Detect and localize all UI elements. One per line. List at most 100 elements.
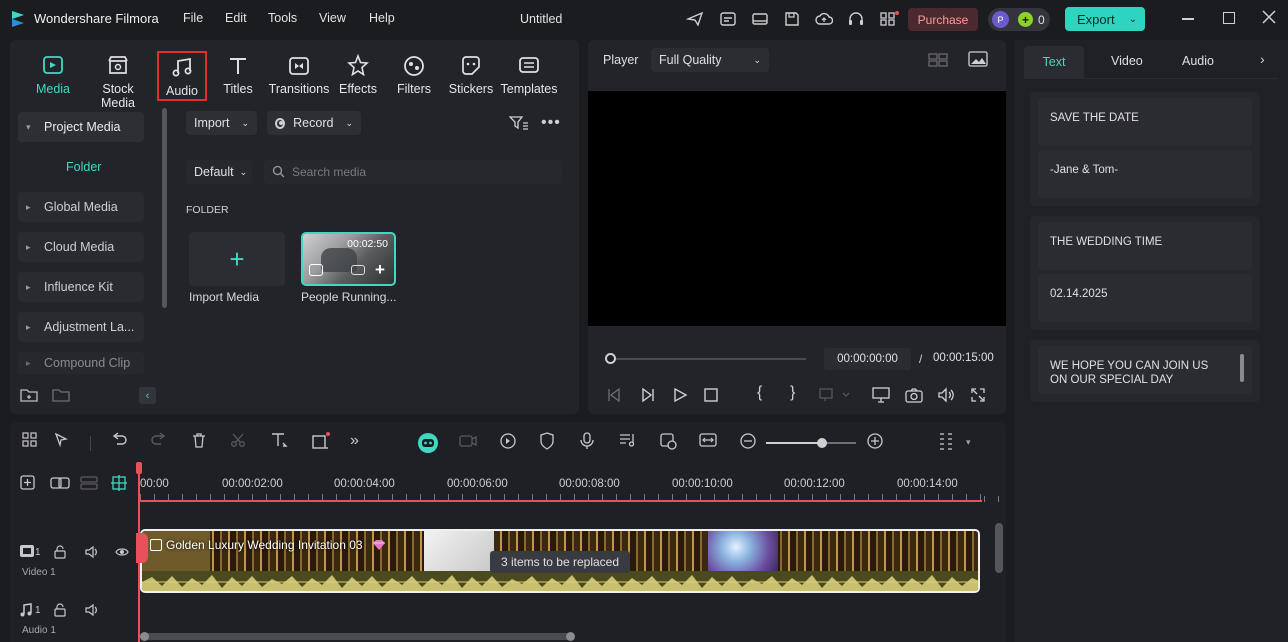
sidebar-scrollbar[interactable]: [162, 108, 167, 308]
chevron-down-icon[interactable]: ▾: [966, 437, 971, 448]
display-settings-icon[interactable]: [872, 387, 890, 403]
timeline-horizontal-scrollbar[interactable]: [140, 633, 574, 640]
track-manage-icon[interactable]: [80, 475, 98, 491]
search-input[interactable]: Search media: [292, 165, 366, 179]
sort-dropdown[interactable]: Default ⌄: [186, 160, 252, 184]
speed-icon[interactable]: [499, 432, 521, 454]
send-icon[interactable]: [686, 10, 704, 28]
player-progress-track[interactable]: [610, 358, 806, 360]
snap-magnet-icon[interactable]: [110, 474, 128, 492]
text-card-date[interactable]: 02.14.2025: [1038, 274, 1252, 322]
minimize-icon[interactable]: [1182, 18, 1194, 20]
menu-file[interactable]: File: [183, 11, 203, 25]
tab-media[interactable]: Media: [23, 52, 83, 96]
text-card-names[interactable]: -Jane & Tom-: [1038, 150, 1252, 198]
track-layout-icon[interactable]: [938, 432, 960, 454]
layout-grid-icon[interactable]: [22, 432, 44, 454]
menu-help[interactable]: Help: [369, 11, 395, 25]
crop-icon[interactable]: [311, 432, 333, 454]
mute-speaker-icon[interactable]: [85, 545, 99, 559]
snapshot-image-icon[interactable]: [968, 51, 988, 67]
insert-clip-icon[interactable]: [819, 388, 849, 402]
tab-transitions[interactable]: Transitions: [268, 52, 330, 96]
lock-icon[interactable]: [54, 545, 66, 559]
fit-width-icon[interactable]: [699, 432, 721, 454]
hscroll-right-handle[interactable]: [566, 632, 575, 641]
ai-assistant-icon[interactable]: [417, 432, 439, 454]
menu-edit[interactable]: Edit: [225, 11, 247, 25]
new-folder-icon[interactable]: [20, 387, 38, 403]
tab-filters[interactable]: Filters: [384, 52, 444, 96]
select-cursor-icon[interactable]: [53, 432, 75, 454]
purchase-button[interactable]: Purchase: [908, 8, 978, 31]
layout-icon[interactable]: [751, 10, 769, 28]
current-time-field[interactable]: 00:00:00:00: [824, 348, 911, 370]
add-to-timeline-icon[interactable]: +: [375, 260, 385, 280]
tab-audio[interactable]: Audio: [157, 51, 207, 101]
volume-icon[interactable]: [937, 387, 955, 403]
audio-mixer-icon[interactable]: [619, 432, 641, 454]
link-icon[interactable]: [50, 475, 70, 491]
text-card-scrollbar[interactable]: [1240, 354, 1244, 382]
account-pill[interactable]: P + 0: [988, 8, 1050, 31]
sidebar-item-folder[interactable]: Folder: [66, 160, 101, 174]
tab-stock-media[interactable]: Stock Media: [85, 52, 151, 110]
folder-icon[interactable]: [52, 387, 70, 403]
import-media-tile[interactable]: +: [189, 232, 285, 286]
record-button[interactable]: Record ⌄: [267, 111, 361, 135]
add-track-icon[interactable]: [20, 475, 38, 491]
close-icon[interactable]: [1262, 10, 1276, 24]
eye-icon[interactable]: [115, 546, 129, 558]
zoom-out-icon[interactable]: [739, 432, 761, 454]
tab-text[interactable]: Text: [1024, 46, 1084, 78]
redo-icon[interactable]: [150, 432, 172, 454]
collapse-sidebar-icon[interactable]: ‹: [139, 387, 156, 404]
sidebar-item-influence-kit[interactable]: ▸ Influence Kit: [18, 272, 144, 302]
tab-titles[interactable]: Titles: [208, 52, 268, 96]
undo-icon[interactable]: [110, 432, 132, 454]
export-button[interactable]: Export ⌄: [1065, 7, 1145, 31]
scissors-icon[interactable]: [230, 432, 252, 454]
filter-sort-icon[interactable]: [509, 115, 529, 131]
video-preview[interactable]: [588, 91, 1006, 326]
next-frame-icon[interactable]: [640, 387, 656, 403]
tab-effects[interactable]: Effects: [328, 52, 388, 96]
import-button[interactable]: Import ⌄: [186, 111, 257, 135]
camera-snapshot-icon[interactable]: [905, 387, 923, 403]
sidebar-item-adjustment-layer[interactable]: ▸ Adjustment La...: [18, 312, 144, 342]
chevron-right-icon[interactable]: ›: [1260, 51, 1265, 67]
playhead-handle[interactable]: [136, 462, 142, 474]
cloud-upload-icon[interactable]: [815, 10, 833, 28]
zoom-in-icon[interactable]: [866, 432, 888, 454]
sidebar-item-compound-clip[interactable]: ▸ Compound Clip: [18, 352, 144, 374]
text-card-wedding-time[interactable]: THE WEDDING TIME: [1038, 222, 1252, 270]
menu-view[interactable]: View: [319, 11, 346, 25]
apps-grid-icon[interactable]: [879, 10, 899, 28]
tab-stickers[interactable]: Stickers: [441, 52, 501, 96]
lock-icon[interactable]: [54, 603, 66, 617]
sidebar-item-global-media[interactable]: ▸ Global Media: [18, 192, 144, 222]
motion-tracking-icon[interactable]: [458, 432, 480, 454]
search-box[interactable]: Search media: [264, 160, 562, 184]
grid-view-icon[interactable]: [928, 53, 948, 67]
more-tools-icon[interactable]: »: [350, 432, 372, 454]
more-options-icon[interactable]: •••: [541, 114, 561, 132]
prev-frame-icon[interactable]: [606, 387, 622, 403]
zoom-slider-handle[interactable]: [817, 438, 827, 448]
sidebar-item-cloud-media[interactable]: ▸ Cloud Media: [18, 232, 144, 262]
timeline-vertical-scrollbar[interactable]: [995, 523, 1003, 573]
text-card-save-the-date[interactable]: SAVE THE DATE: [1038, 98, 1252, 146]
delete-icon[interactable]: [191, 432, 213, 454]
mark-out-icon[interactable]: }: [790, 384, 795, 402]
mute-speaker-icon[interactable]: [85, 603, 99, 617]
text-card-join-us[interactable]: WE HOPE YOU CAN JOIN US ON OUR SPECIAL D…: [1038, 346, 1252, 394]
headset-icon[interactable]: [847, 10, 865, 28]
mark-in-icon[interactable]: {: [757, 384, 762, 402]
text-tool-icon[interactable]: [270, 432, 292, 454]
sidebar-item-project-media[interactable]: ▾ Project Media: [18, 112, 144, 142]
save-icon[interactable]: [783, 10, 801, 28]
fullscreen-icon[interactable]: [971, 388, 985, 402]
menu-tools[interactable]: Tools: [268, 11, 297, 25]
quality-dropdown[interactable]: Full Quality ⌄: [651, 48, 769, 72]
player-progress-handle[interactable]: [605, 353, 616, 364]
